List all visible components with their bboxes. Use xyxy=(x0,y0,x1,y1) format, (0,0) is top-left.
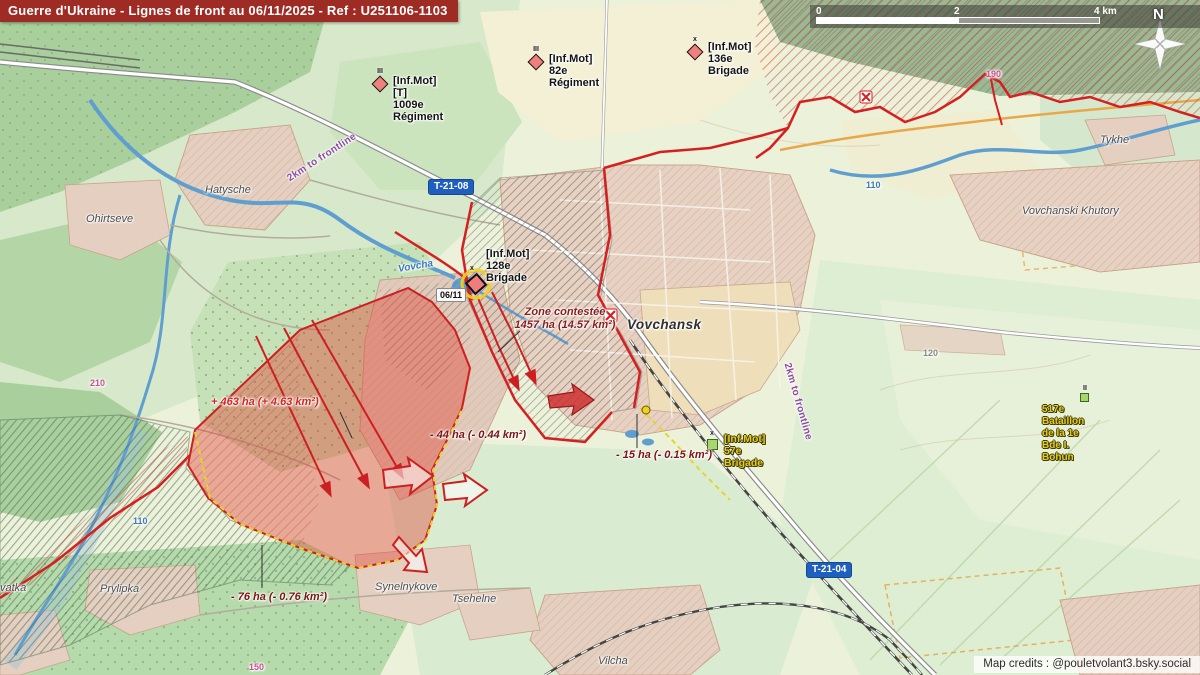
place-tsehelne: Tsehelne xyxy=(452,593,496,605)
ref-number-120: 120 xyxy=(923,348,938,358)
place-prylipka: Prylipka xyxy=(100,583,139,595)
loss-label-76: - 76 ha (- 0.76 km²) xyxy=(231,591,327,603)
map-canvas[interactable] xyxy=(0,0,1200,675)
place-vilcha: Vilcha xyxy=(598,655,628,667)
map-screenshot: Guerre d'Ukraine - Lignes de front au 06… xyxy=(0,0,1200,675)
enemy-unit-icon xyxy=(528,54,545,71)
map-credits: Map credits : @pouletvolant3.bsky.social xyxy=(974,656,1200,673)
ref-number-110b: 110 xyxy=(133,516,148,526)
place-hatysche: Hatysche xyxy=(205,184,251,196)
map-title: Guerre d'Ukraine - Lignes de front au 06… xyxy=(8,3,448,18)
road-badge-t2108[interactable]: T-21-08 xyxy=(428,179,474,195)
unit-label: [Inf.Mot][T]1009e Régiment xyxy=(393,75,443,123)
scale-segment-2 xyxy=(958,17,1100,24)
compass-north-label: N xyxy=(1153,6,1164,23)
road-badge-t2104[interactable]: T-21-04 xyxy=(806,562,852,578)
unit-marker-82e[interactable]: III [Inf.Mot]82e Régiment xyxy=(524,46,548,68)
unit-label: [Inf.Mot]136e Brigade xyxy=(708,41,751,77)
unit-marker-1009e[interactable]: III [Inf.Mot][T]1009e Régiment xyxy=(368,68,392,90)
place-ohirtseve: Ohirtseve xyxy=(86,213,133,225)
loss-label-15: - 15 ha (- 0.15 km²) xyxy=(616,449,712,461)
place-vovchanski-khutory: Vovchanski Khutory xyxy=(1022,205,1119,217)
title-banner: Guerre d'Ukraine - Lignes de front au 06… xyxy=(0,0,458,22)
scale-tick-0: 0 xyxy=(816,6,822,17)
unit-marker-57e[interactable]: x [Inf.Mot]57e Brigade xyxy=(700,430,724,450)
ref-number-150: 150 xyxy=(249,662,264,672)
unit-label: [Inf.Mot]57e Brigade xyxy=(724,433,765,469)
unit-marker-136e[interactable]: x [Inf.Mot]136e Brigade xyxy=(683,36,707,58)
place-vatka: vatka xyxy=(0,582,26,594)
scale-segment-1 xyxy=(816,17,958,24)
friendly-unit-icon xyxy=(1080,393,1089,402)
scale-bar: 0 2 4 km xyxy=(810,5,1200,28)
loss-label-44: - 44 ha (- 0.44 km²) xyxy=(430,429,526,441)
ref-number-110a: 110 xyxy=(866,180,881,190)
contested-zone-label: Zone contestée1457 ha (14.57 km²) xyxy=(503,306,627,332)
unit-label: [Inf.Mot]128e Brigade xyxy=(486,248,529,284)
unit-label: 517e Bataillonde la 1e Bde I. Bohun xyxy=(1042,404,1084,464)
ref-number-190: 190 xyxy=(986,69,1001,79)
unit-label: [Inf.Mot]82e Régiment xyxy=(549,53,599,89)
place-vovchansk: Vovchansk xyxy=(627,317,701,332)
place-synelnykove: Synelnykove xyxy=(375,581,437,593)
enemy-unit-icon xyxy=(687,44,704,61)
scale-tick-4: 4 km xyxy=(1094,6,1117,17)
ref-number-210: 210 xyxy=(90,378,105,388)
gain-label: + 463 ha (+ 4.63 km²) xyxy=(211,396,319,408)
date-chip: 06/11 xyxy=(436,288,466,302)
enemy-unit-icon xyxy=(372,76,389,93)
place-tykhe: Tykhe xyxy=(1100,134,1129,146)
scale-tick-2: 2 xyxy=(954,6,960,17)
